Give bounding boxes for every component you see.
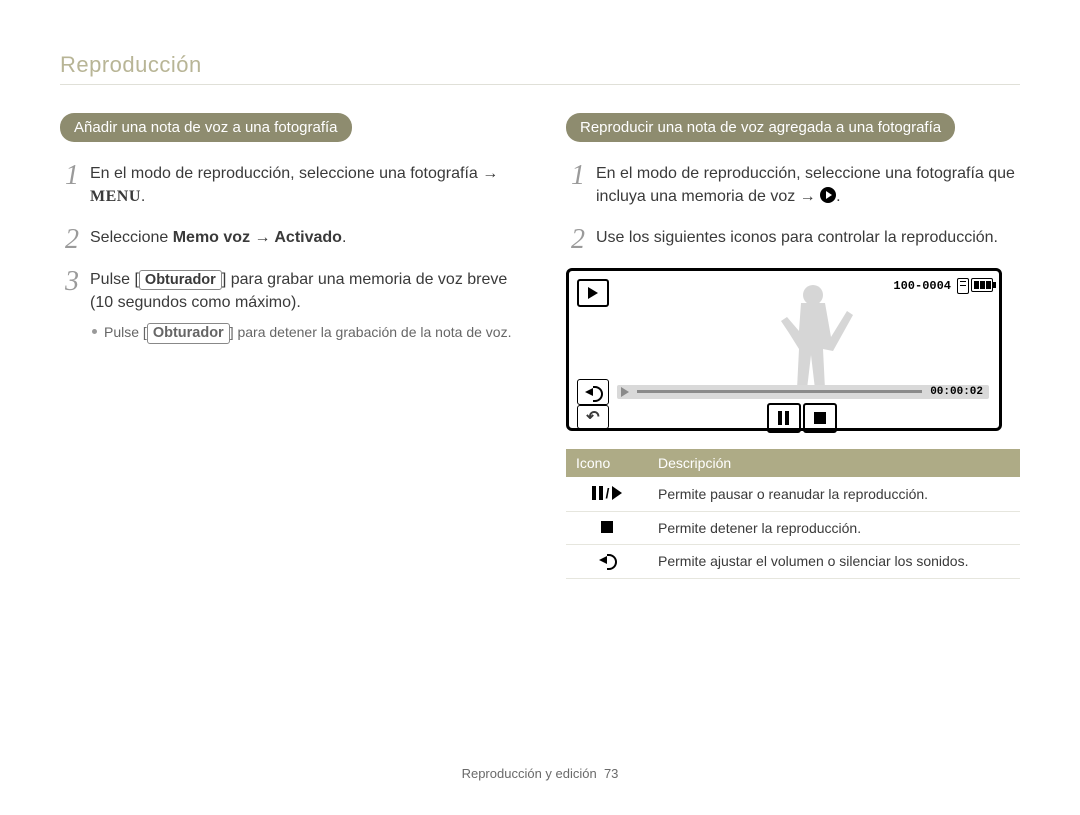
section-heading-add-voice-memo: Añadir una nota de voz a una fotografía bbox=[60, 113, 352, 142]
stop-icon bbox=[814, 412, 826, 424]
page: Reproducción Añadir una nota de voz a un… bbox=[0, 0, 1080, 815]
pause-play-icon: / bbox=[592, 485, 623, 501]
cell-desc: Permite ajustar el volumen o silenciar l… bbox=[648, 544, 1020, 578]
playback-mode-icon bbox=[577, 279, 609, 307]
menu-icon: MENU bbox=[90, 188, 141, 205]
table-row: Permite ajustar el volumen o silenciar l… bbox=[566, 544, 1020, 578]
table-row: / Permite pausar o reanudar la reproducc… bbox=[566, 477, 1020, 512]
column-left: Añadir una nota de voz a una fotografía … bbox=[60, 113, 514, 579]
stop-icon bbox=[601, 521, 613, 533]
step-2-pre: Seleccione bbox=[90, 229, 173, 246]
step-3-sublist: Pulse [Obturador] para detener la grabac… bbox=[90, 322, 514, 344]
table-row: Permite detener la reproducción. bbox=[566, 511, 1020, 544]
page-number: 73 bbox=[604, 766, 618, 781]
volume-button[interactable] bbox=[577, 379, 609, 405]
step-1-pre: En el modo de reproducción, seleccione u… bbox=[596, 165, 1015, 205]
photo-silhouette bbox=[751, 277, 871, 389]
step-1-post: . bbox=[836, 188, 840, 205]
column-right: Reproducir una nota de voz agregada a un… bbox=[566, 113, 1020, 579]
step-2: Seleccione Memo voz → Activado. bbox=[60, 226, 514, 249]
battery-icon bbox=[971, 278, 993, 292]
step-2-text: Use los siguientes iconos para controlar… bbox=[596, 229, 998, 246]
step-3-sub-post: ] para detener la grabación de la nota d… bbox=[230, 324, 512, 340]
step-3-sub-1: Pulse [Obturador] para detener la grabac… bbox=[104, 322, 514, 344]
steps-play-voice-memo: En el modo de reproducción, seleccione u… bbox=[566, 162, 1020, 250]
voice-memo-indicator-icon bbox=[957, 278, 969, 294]
camera-screen-illustration: 100-0004 00:00:02 ↶ bbox=[566, 268, 1002, 431]
step-2: Use los siguientes iconos para controlar… bbox=[566, 226, 1020, 249]
pause-icon bbox=[778, 411, 790, 425]
back-button[interactable]: ↶ bbox=[577, 405, 609, 429]
column-header-icon: Icono bbox=[566, 449, 648, 477]
two-column-layout: Añadir una nota de voz a una fotografía … bbox=[60, 113, 1020, 579]
cell-desc: Permite detener la reproducción. bbox=[648, 511, 1020, 544]
divider bbox=[60, 84, 1020, 85]
progress-track bbox=[637, 390, 922, 393]
pause-button[interactable] bbox=[767, 403, 801, 433]
step-3-pre: Pulse [ bbox=[90, 271, 139, 288]
column-header-description: Descripción bbox=[648, 449, 1020, 477]
steps-add-voice-memo: En el modo de reproducción, seleccione u… bbox=[60, 162, 514, 344]
breadcrumb: Reproducción bbox=[60, 52, 1020, 78]
play-icon bbox=[820, 187, 836, 203]
page-footer: Reproducción y edición 73 bbox=[0, 766, 1080, 781]
cell-icon: / bbox=[566, 477, 648, 512]
cell-desc: Permite pausar o reanudar la reproducció… bbox=[648, 477, 1020, 512]
section-heading-play-voice-memo: Reproducir una nota de voz agregada a un… bbox=[566, 113, 955, 142]
cell-icon bbox=[566, 544, 648, 578]
step-1-post: . bbox=[141, 188, 145, 205]
icon-description-table: Icono Descripción / Permite pausar o rea… bbox=[566, 449, 1020, 579]
step-2-bold: Memo voz → Activado bbox=[173, 229, 342, 246]
stop-button[interactable] bbox=[803, 403, 837, 433]
cell-icon bbox=[566, 511, 648, 544]
file-number: 100-0004 bbox=[893, 279, 951, 293]
step-2-post: . bbox=[342, 229, 346, 246]
step-1: En el modo de reproducción, seleccione u… bbox=[60, 162, 514, 208]
step-1-text: En el modo de reproducción, seleccione u… bbox=[90, 165, 498, 182]
shutter-button-label: Obturador bbox=[147, 323, 230, 344]
step-3: Pulse [Obturador] para grabar una memori… bbox=[60, 268, 514, 344]
progress-play-icon bbox=[621, 387, 629, 397]
progress-bar[interactable]: 00:00:02 bbox=[617, 385, 989, 399]
step-1: En el modo de reproducción, seleccione u… bbox=[566, 162, 1020, 208]
footer-section-label: Reproducción y edición bbox=[462, 766, 597, 781]
elapsed-time: 00:00:02 bbox=[930, 386, 983, 398]
shutter-button-label: Obturador bbox=[139, 270, 222, 291]
speaker-icon bbox=[599, 553, 615, 567]
speaker-icon bbox=[585, 385, 601, 399]
step-3-sub-pre: Pulse [ bbox=[104, 324, 147, 340]
